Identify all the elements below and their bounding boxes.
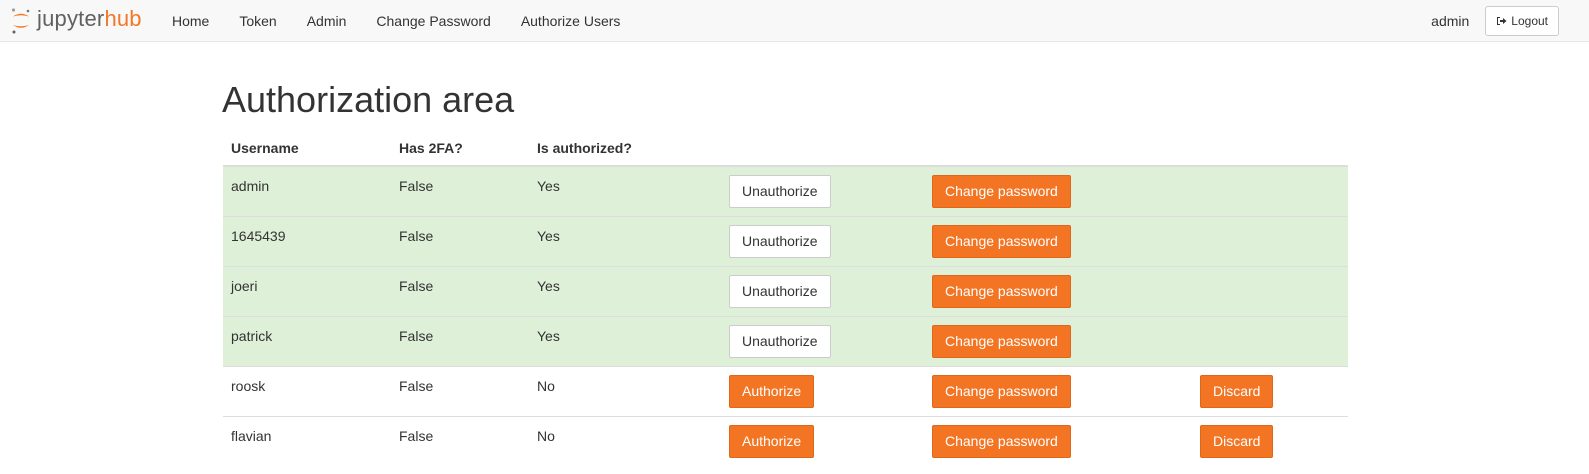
has-2fa-cell: False — [391, 265, 529, 316]
authorize-button[interactable]: Authorize — [729, 374, 815, 408]
jupyterhub-brand[interactable]: jupyterhub — [10, 4, 142, 38]
toggle-cell: Authorize — [721, 365, 924, 416]
table-row: 1645439 False Yes Unauthorize Change pas… — [223, 215, 1348, 266]
username-cell: roosk — [223, 365, 391, 416]
discard-cell — [1192, 165, 1348, 216]
top-navbar: jupyterhub Home Token Admin Change Passw… — [0, 0, 1589, 42]
table-header-row: Username Has 2FA? Is authorized? — [223, 131, 1348, 167]
has-2fa-cell: False — [391, 315, 529, 366]
has-2fa-cell: False — [391, 165, 529, 216]
username-cell: flavian — [223, 415, 391, 466]
nav-links: Home Token Admin Change Password Authori… — [157, 0, 635, 42]
page-title: Authorization area — [222, 79, 515, 120]
authorize-button[interactable]: Authorize — [729, 424, 815, 458]
toggle-cell: Unauthorize — [721, 265, 924, 316]
users-table: Username Has 2FA? Is authorized? admin F… — [223, 131, 1348, 466]
discard-cell — [1192, 215, 1348, 266]
table-row: admin False Yes Unauthorize Change passw… — [223, 165, 1348, 216]
change-password-button[interactable]: Change password — [932, 175, 1071, 208]
is-authorized-cell: Yes — [529, 165, 721, 216]
column-header-has-2fa: Has 2FA? — [391, 131, 529, 167]
table-row: flavian False No Authorize Change passwo… — [223, 415, 1348, 466]
discard-cell: Discard — [1192, 365, 1348, 416]
sign-out-icon — [1497, 17, 1507, 25]
unauthorize-button[interactable]: Unauthorize — [729, 274, 831, 308]
nav-authorize-users-link[interactable]: Authorize Users — [506, 0, 636, 42]
brand-name: jupyterhub — [37, 8, 142, 30]
is-authorized-cell: Yes — [529, 315, 721, 366]
password-cell: Change password — [924, 215, 1192, 266]
has-2fa-cell: False — [391, 365, 529, 416]
password-cell: Change password — [924, 365, 1192, 416]
change-password-button[interactable]: Change password — [932, 274, 1071, 308]
discard-button[interactable]: Discard — [1200, 424, 1274, 458]
current-username: admin — [1431, 13, 1470, 29]
username-cell: 1645439 — [223, 215, 391, 266]
change-password-button[interactable]: Change password — [932, 224, 1071, 258]
has-2fa-cell: False — [391, 415, 529, 466]
discard-button[interactable]: Discard — [1200, 374, 1274, 408]
toggle-cell: Unauthorize — [721, 165, 924, 216]
brand-name-hub: hub — [104, 6, 142, 31]
username-cell: patrick — [223, 315, 391, 366]
toggle-cell: Authorize — [721, 415, 924, 466]
is-authorized-cell: Yes — [529, 265, 721, 316]
nav-change-password-link[interactable]: Change Password — [361, 0, 505, 42]
column-header-username: Username — [223, 131, 391, 167]
username-cell: joeri — [223, 265, 391, 316]
column-header-actions-discard — [1192, 131, 1348, 167]
logout-label: Logout — [1511, 14, 1548, 28]
change-password-button[interactable]: Change password — [932, 324, 1071, 358]
toggle-cell: Unauthorize — [721, 215, 924, 266]
table-row: joeri False Yes Unauthorize Change passw… — [223, 265, 1348, 316]
jupyter-logo-icon — [11, 8, 30, 34]
nav-user-area: admin Logout — [1431, 0, 1559, 42]
column-header-is-authorized: Is authorized? — [529, 131, 721, 167]
is-authorized-cell: Yes — [529, 215, 721, 266]
table-row: roosk False No Authorize Change password… — [223, 365, 1348, 416]
password-cell: Change password — [924, 415, 1192, 466]
change-password-button[interactable]: Change password — [932, 424, 1071, 458]
password-cell: Change password — [924, 165, 1192, 216]
discard-cell — [1192, 265, 1348, 316]
nav-home-link[interactable]: Home — [157, 0, 224, 42]
brand-name-jupyter: jupyter — [37, 6, 105, 31]
nav-token-link[interactable]: Token — [224, 0, 291, 42]
has-2fa-cell: False — [391, 215, 529, 266]
column-header-actions-toggle — [721, 131, 924, 167]
unauthorize-button[interactable]: Unauthorize — [729, 175, 831, 208]
unauthorize-button[interactable]: Unauthorize — [729, 324, 831, 358]
password-cell: Change password — [924, 315, 1192, 366]
column-header-actions-password — [924, 131, 1192, 167]
discard-cell — [1192, 315, 1348, 366]
table-row: patrick False Yes Unauthorize Change pas… — [223, 315, 1348, 366]
discard-cell: Discard — [1192, 415, 1348, 466]
is-authorized-cell: No — [529, 365, 721, 416]
logout-button[interactable]: Logout — [1485, 6, 1559, 36]
toggle-cell: Unauthorize — [721, 315, 924, 366]
unauthorize-button[interactable]: Unauthorize — [729, 224, 831, 258]
nav-admin-link[interactable]: Admin — [292, 0, 362, 42]
password-cell: Change password — [924, 265, 1192, 316]
is-authorized-cell: No — [529, 415, 721, 466]
change-password-button[interactable]: Change password — [932, 374, 1071, 408]
username-cell: admin — [223, 165, 391, 216]
